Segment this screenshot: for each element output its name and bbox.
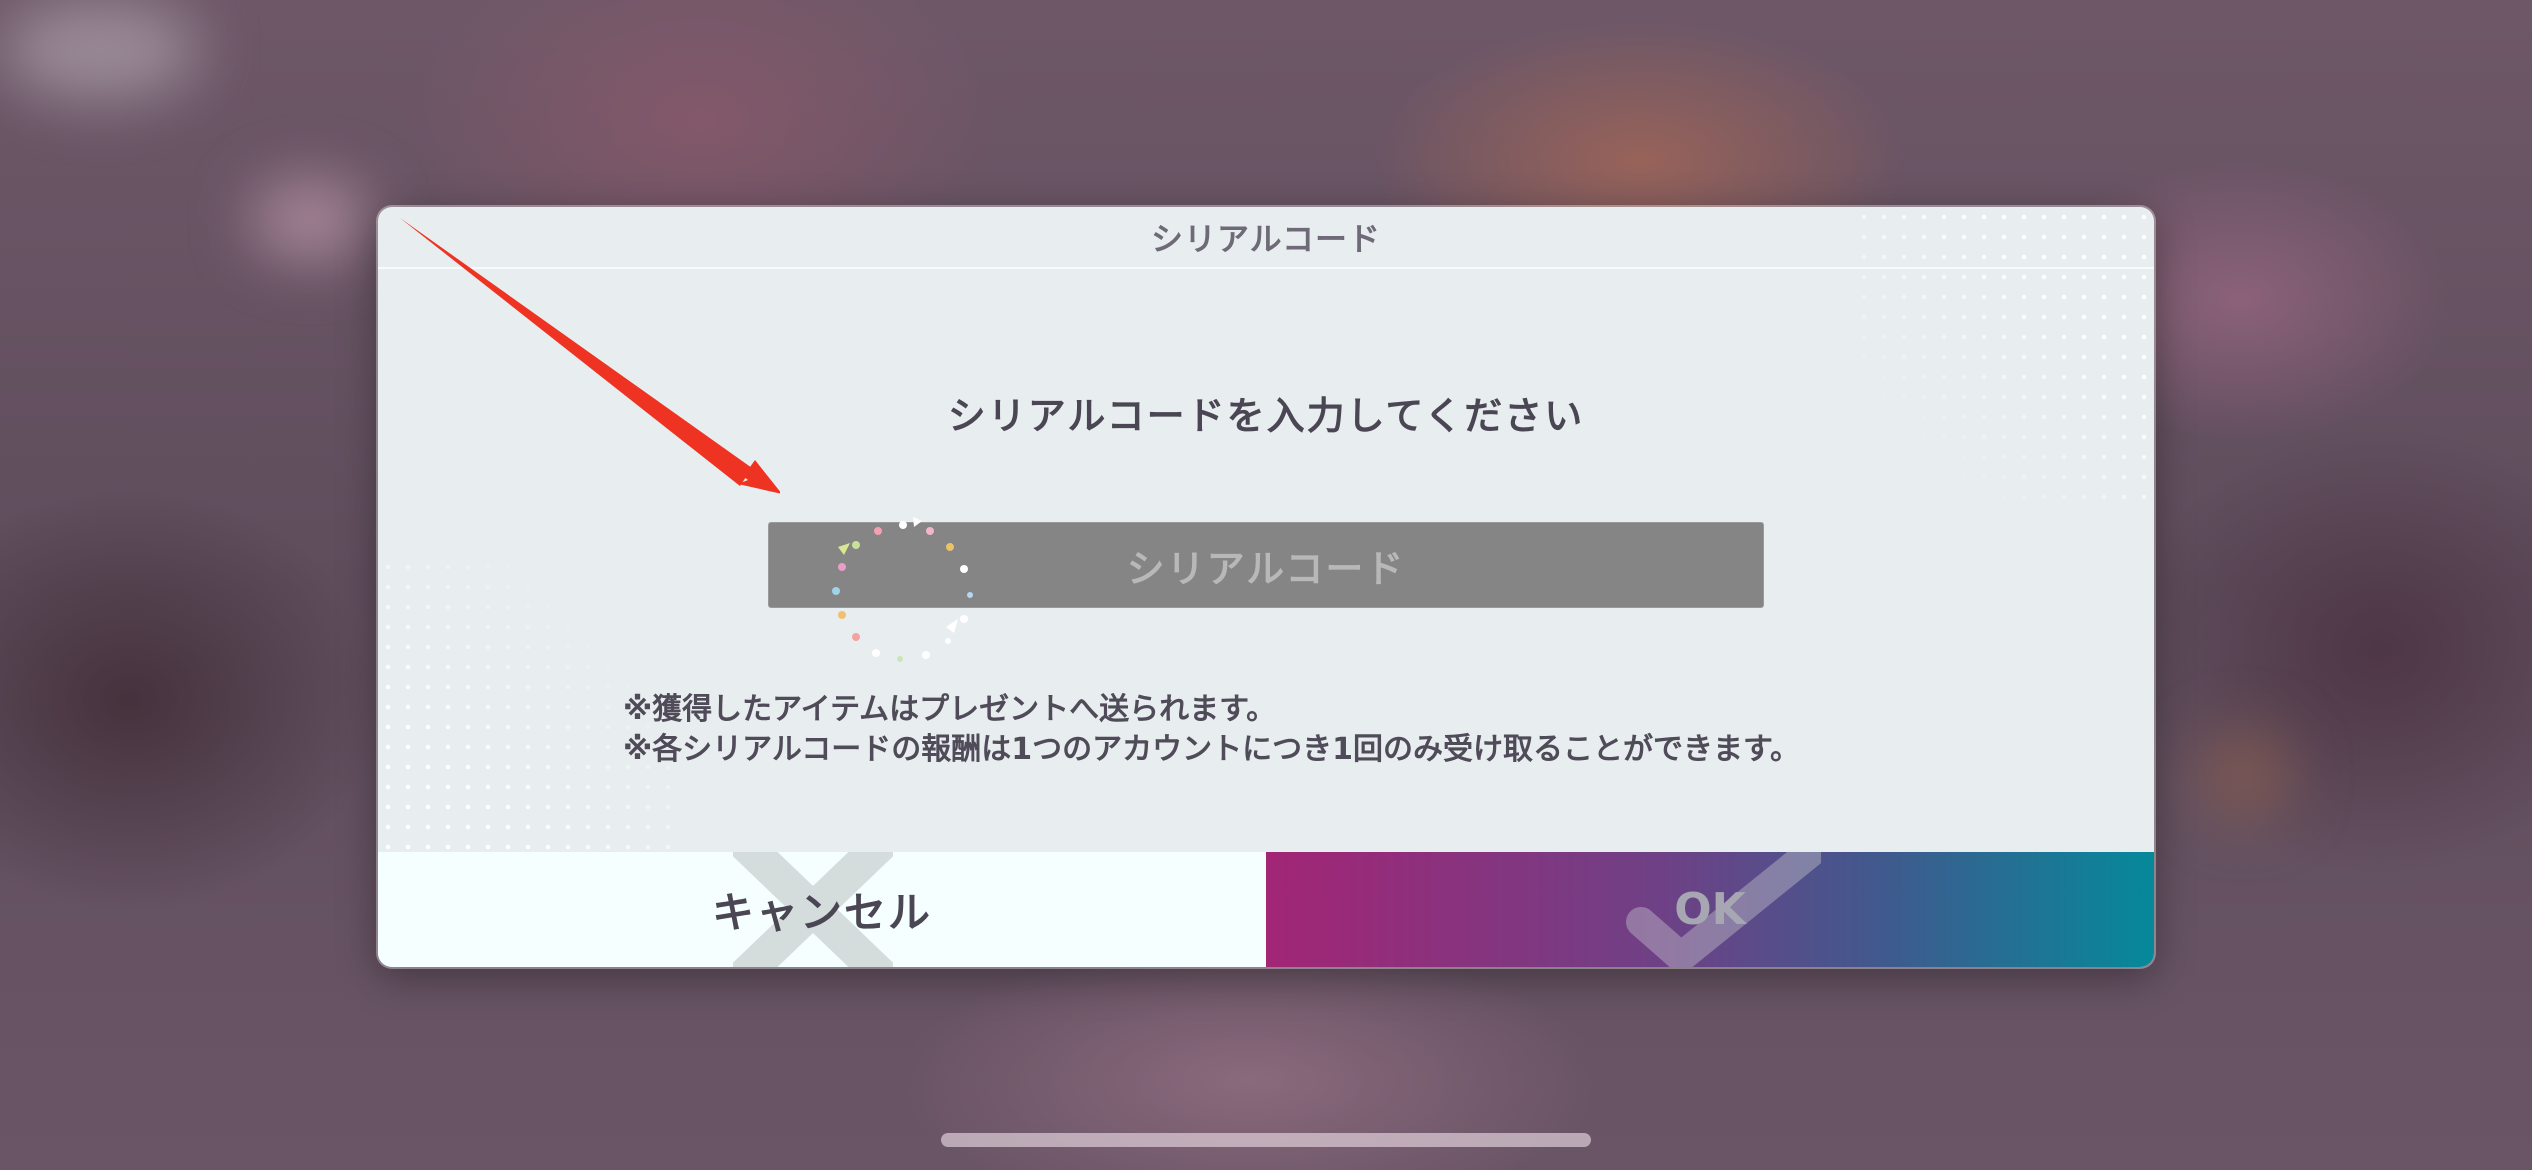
background-blob	[0, 0, 200, 100]
dialog-button-row: キャンセル OK	[378, 852, 2154, 967]
ok-button-label: OK	[1674, 884, 1746, 935]
input-prompt-text: シリアルコードを入力してください	[947, 394, 1585, 438]
dialog-title-bar: シリアルコード	[378, 207, 2154, 269]
note-line: ※獲得したアイテムはプレゼントへ送られます。	[623, 692, 1277, 727]
background-blob	[2200, 730, 2290, 820]
note-line: ※各シリアルコードの報酬は1つのアカウントにつき1回のみ受け取ることができます。	[623, 732, 1801, 767]
home-indicator[interactable]	[941, 1133, 1591, 1147]
cancel-button-label: キャンセル	[711, 888, 932, 937]
serial-code-placeholder: シリアルコード	[1126, 546, 1406, 591]
background-blob	[250, 180, 370, 260]
notes-block: ※獲得したアイテムはプレゼントへ送られます。 ※各シリアルコードの報酬は1つのア…	[623, 690, 1800, 770]
serial-code-dialog: シリアルコード シリアルコードを入力してください シリアルコード ※獲得したアイ…	[378, 207, 2154, 967]
cancel-button[interactable]: キャンセル	[378, 852, 1266, 967]
serial-code-input[interactable]: シリアルコード	[768, 522, 1764, 608]
dialog-title: シリアルコード	[1150, 220, 1382, 258]
ok-button[interactable]: OK	[1266, 852, 2154, 967]
